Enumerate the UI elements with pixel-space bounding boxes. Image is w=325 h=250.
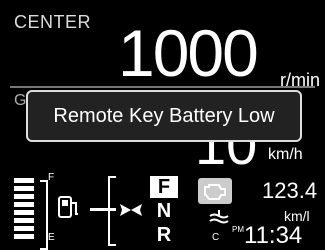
fuel-level-bar [14, 210, 34, 215]
speed-label-prefix: G [14, 92, 27, 109]
fuel-level-bar [14, 194, 34, 199]
check-engine-icon [198, 178, 232, 204]
bottom-gauges: F E F N R C 123.4 km/l PM 11:34 [10, 170, 318, 250]
fuel-pump-icon [58, 196, 78, 218]
gear-forward: F [150, 176, 178, 198]
tachometer-panel: CENTER 1000 r/min [10, 8, 320, 93]
speed-unit: km/h [268, 146, 303, 163]
instrument-cluster: CENTER 1000 r/min G 10 km/h Remote Key B… [0, 0, 325, 250]
fuel-level-bar [14, 178, 34, 183]
radiator-fan-icon [120, 204, 142, 216]
fuel-level-bar [14, 186, 34, 191]
fuel-empty-label: E [48, 232, 55, 243]
alert-message: Remote Key Battery Low [53, 104, 275, 127]
divider [10, 86, 315, 88]
fuel-full-label: F [48, 172, 55, 183]
trip-value: 123.4 [262, 178, 318, 203]
fuel-bracket [40, 180, 48, 250]
temp-bracket [108, 176, 116, 246]
clock-time: 11:34 [244, 222, 303, 249]
alert-popup: Remote Key Battery Low [26, 90, 302, 142]
gear-reverse: R [156, 224, 172, 246]
fuel-level-bar [14, 226, 34, 231]
fuel-level-bar [14, 234, 34, 239]
gear-indicator: F N R [150, 176, 178, 246]
fuel-gauge [10, 178, 50, 250]
rpm-value: 1000 [118, 16, 259, 90]
gear-neutral: N [156, 200, 172, 222]
fuel-level-bar [14, 202, 34, 207]
coolant-temperature-icon [209, 210, 229, 224]
fuel-level-bar [14, 218, 34, 223]
center-label: CENTER [14, 12, 92, 32]
temp-cold-label: C [212, 232, 220, 243]
clock-ampm: PM [232, 225, 244, 234]
